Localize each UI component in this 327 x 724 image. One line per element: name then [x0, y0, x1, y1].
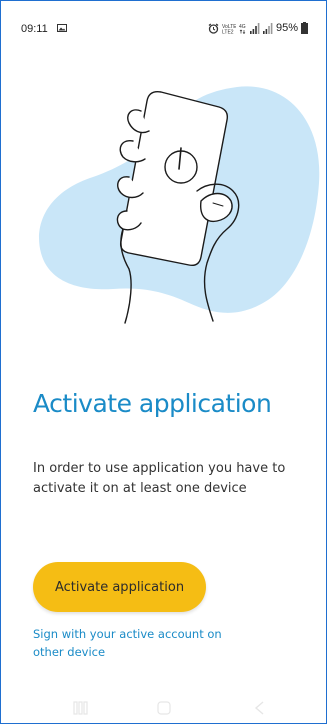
4g-icon: 4G [239, 24, 246, 34]
alarm-icon [208, 23, 219, 34]
battery-icon [301, 22, 308, 34]
volte-icon: VoLTE LTE2 [222, 24, 236, 34]
svg-text:4G: 4G [239, 24, 246, 30]
status-bar: 09:11 VoLTE LTE2 4G 95% [1, 1, 326, 41]
hand-holding-phone-illustration [39, 86, 320, 324]
navigation-bar [1, 693, 326, 723]
gallery-icon [57, 24, 67, 32]
home-icon[interactable] [155, 699, 173, 717]
back-icon[interactable] [251, 699, 269, 717]
svg-text:LTE2: LTE2 [222, 29, 234, 34]
signal-icon [249, 22, 260, 34]
status-time: 09:11 [21, 23, 48, 35]
screen: 09:11 VoLTE LTE2 4G 95% Activate applica… [0, 0, 327, 724]
status-icons: VoLTE LTE2 4G 95% [208, 21, 308, 35]
activate-application-button[interactable]: Activate application [33, 562, 206, 612]
battery-percent: 95% [275, 22, 298, 34]
description-text: In order to use application you have to … [33, 461, 286, 496]
page-title: Activate application [33, 389, 272, 418]
signal-icon [262, 22, 273, 34]
sign-with-other-device-link[interactable]: Sign with your active account on other d… [33, 625, 253, 661]
recent-apps-icon[interactable] [71, 699, 89, 717]
